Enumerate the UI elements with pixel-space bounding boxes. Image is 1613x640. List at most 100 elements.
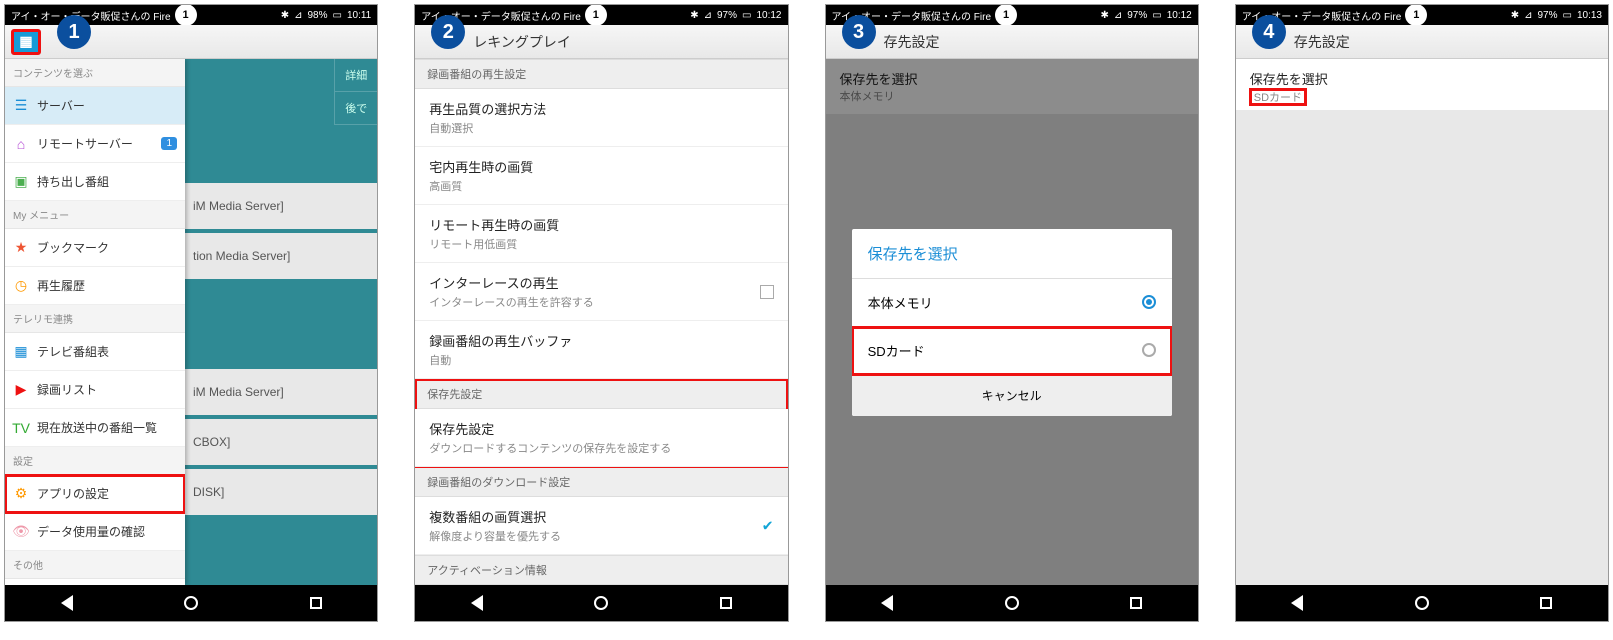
nav-back-icon[interactable] bbox=[471, 595, 483, 611]
wifi-icon: ⊿ bbox=[1524, 10, 1532, 21]
battery-text: 97% bbox=[717, 10, 737, 21]
nav-recent-icon[interactable] bbox=[1540, 597, 1552, 609]
sidebar-item-history[interactable]: ◷再生履歴 bbox=[5, 267, 185, 305]
page-title: レキングプレイ bbox=[465, 32, 571, 52]
setting-interlace[interactable]: インターレースの再生インターレースの再生を許容する bbox=[415, 263, 787, 321]
setting-multi-quality[interactable]: 複数番組の画質選択解像度より容量を優先する✔ bbox=[415, 497, 787, 555]
nav-home-icon[interactable] bbox=[1415, 596, 1429, 610]
sidebar-item-label: 録画リスト bbox=[37, 381, 97, 398]
wifi-icon: ⊿ bbox=[294, 10, 302, 21]
sidebar-item-tv-guide[interactable]: ▦ テレビ番組表 bbox=[5, 333, 185, 371]
setting-title: 保存先設定 bbox=[429, 419, 773, 438]
setting-buffer[interactable]: 録画番組の再生バッファ自動 bbox=[415, 321, 787, 379]
setting-subtitle: SDカード bbox=[1250, 89, 1306, 105]
sidebar-item-label: 持ち出し番組 bbox=[37, 173, 109, 190]
page-title: 存先設定 bbox=[1286, 32, 1350, 52]
nav-home-icon[interactable] bbox=[594, 596, 608, 610]
radio-unchecked-icon[interactable] bbox=[1142, 343, 1156, 357]
top-bar: 存先設定 bbox=[826, 25, 1198, 59]
checkbox-checked-icon[interactable]: ✔ bbox=[762, 517, 774, 534]
settings-section: アクティベーション情報 bbox=[415, 555, 787, 585]
nav-bar bbox=[5, 585, 377, 621]
sidebar-item-label: 現在放送中の番組一覧 bbox=[37, 419, 157, 436]
clock-text: 10:12 bbox=[756, 10, 781, 21]
top-bar: 存先設定 bbox=[1236, 25, 1608, 59]
setting-title: 再生品質の選択方法 bbox=[429, 99, 773, 118]
setting-save-destination[interactable]: 保存先設定ダウンロードするコンテンツの保存先を設定する bbox=[415, 409, 787, 467]
sidebar-item-label: データ使用量の確認 bbox=[37, 523, 145, 540]
screenshot-2: 2 アイ・オー・データ販促さんの Fire1 ✱⊿97%▭10:12 レキングプ… bbox=[414, 4, 788, 622]
modal-cancel-button[interactable]: キャンセル bbox=[852, 375, 1172, 416]
setting-playback-quality-method[interactable]: 再生品質の選択方法自動選択 bbox=[415, 89, 787, 147]
step-badge-4: 4 bbox=[1252, 15, 1286, 49]
nav-bar bbox=[1236, 585, 1608, 621]
radio-checked-icon[interactable] bbox=[1142, 295, 1156, 309]
body-area: 保存先を選択 SDカード bbox=[1236, 59, 1608, 585]
sidebar-section: その他 bbox=[5, 551, 185, 579]
nav-recent-icon[interactable] bbox=[720, 597, 732, 609]
status-circle: 1 bbox=[175, 4, 197, 26]
status-bar: アイ・オー・データ販促さんの Fire1 ✱⊿97%▭10:13 bbox=[1236, 5, 1608, 25]
screenshot-3: 3 アイ・オー・データ販促さんの Fire1 ✱⊿97%▭10:12 存先設定 … bbox=[825, 4, 1199, 622]
modal-option-sdcard[interactable]: SDカード bbox=[852, 327, 1172, 375]
battery-icon: ▭ bbox=[1152, 10, 1161, 21]
sidebar-section: 設定 bbox=[5, 447, 185, 475]
gear-icon: ⚙ bbox=[13, 486, 29, 502]
sidebar-section: My メニュー bbox=[5, 201, 185, 229]
sidebar-item-label: アプリの設定 bbox=[37, 485, 109, 502]
nav-recent-icon[interactable] bbox=[1130, 597, 1142, 609]
sidebar-item-label: テレビ番組表 bbox=[37, 343, 109, 360]
nav-back-icon[interactable] bbox=[881, 595, 893, 611]
status-circle: 1 bbox=[995, 4, 1017, 26]
sidebar-item-server[interactable]: ☰サーバー bbox=[5, 87, 185, 125]
setting-subtitle: インターレースの再生を許容する bbox=[429, 294, 773, 310]
sidebar-item-now-onair[interactable]: TV現在放送中の番組一覧 bbox=[5, 409, 185, 447]
body-area: 保存先を選択 本体メモリ 保存先を選択 本体メモリ SDカード キャンセル bbox=[826, 59, 1198, 585]
save-dest-row[interactable]: 保存先を選択 SDカード bbox=[1236, 59, 1608, 110]
sidebar-item-remote-server[interactable]: ⌂リモートサーバー1 bbox=[5, 125, 185, 163]
bg-row[interactable]: iM Media Server] bbox=[185, 369, 377, 415]
setting-subtitle: 自動 bbox=[429, 352, 773, 368]
status-bar: アイ・オー・データ販促さんの Fire1 ✱⊿97%▭10:12 bbox=[826, 5, 1198, 25]
sidebar-item-bookmark[interactable]: ★ブックマーク bbox=[5, 229, 185, 267]
app-menu-icon[interactable]: ▦ bbox=[11, 29, 41, 55]
nav-recent-icon[interactable] bbox=[310, 597, 322, 609]
settings-list[interactable]: 録画番組の再生設定 再生品質の選択方法自動選択 宅内再生時の画質高画質 リモート… bbox=[415, 59, 787, 585]
bg-row[interactable]: tion Media Server] bbox=[185, 233, 377, 279]
battery-text: 97% bbox=[1127, 10, 1147, 21]
nav-back-icon[interactable] bbox=[61, 595, 73, 611]
setting-home-quality[interactable]: 宅内再生時の画質高画質 bbox=[415, 147, 787, 205]
status-title: アイ・オー・データ販促さんの Fire bbox=[11, 8, 171, 23]
option-label: 本体メモリ bbox=[868, 293, 933, 312]
rec-icon: ▶ bbox=[13, 382, 29, 398]
server-icon: ☰ bbox=[13, 98, 29, 114]
nav-back-icon[interactable] bbox=[1291, 595, 1303, 611]
bg-row[interactable]: DISK] bbox=[185, 469, 377, 515]
status-circle: 1 bbox=[1405, 4, 1427, 26]
sidebar-item-data-usage[interactable]: 👁データ使用量の確認 bbox=[5, 513, 185, 551]
side-panel[interactable]: コンテンツを選ぶ ☰サーバー ⌂リモートサーバー1 ▣持ち出し番組 My メニュ… bbox=[5, 59, 185, 585]
setting-remote-quality[interactable]: リモート再生時の画質リモート用低画質 bbox=[415, 205, 787, 263]
sidebar-item-app-settings[interactable]: ⚙ アプリの設定 bbox=[5, 475, 185, 513]
sidebar-item-rec-list[interactable]: ▶ 録画リスト bbox=[5, 371, 185, 409]
bg-row[interactable]: CBOX] bbox=[185, 419, 377, 465]
battery-text: 97% bbox=[1538, 10, 1558, 21]
grid-icon: ▦ bbox=[13, 344, 29, 360]
screenshot-4: 4 アイ・オー・データ販促さんの Fire1 ✱⊿97%▭10:13 存先設定 … bbox=[1235, 4, 1609, 622]
nav-home-icon[interactable] bbox=[1005, 596, 1019, 610]
modal-option-internal[interactable]: 本体メモリ bbox=[852, 279, 1172, 327]
sidebar-item-label: リモートサーバー bbox=[37, 135, 133, 152]
nav-bar bbox=[415, 585, 787, 621]
clock-text: 10:13 bbox=[1577, 10, 1602, 21]
bg-row[interactable]: iM Media Server] bbox=[185, 183, 377, 229]
checkbox-icon[interactable] bbox=[760, 285, 774, 299]
modal-overlay[interactable]: 保存先を選択 本体メモリ SDカード キャンセル bbox=[826, 59, 1198, 585]
battery-text: 98% bbox=[307, 10, 327, 21]
bg-tab-detail[interactable]: 詳細 bbox=[334, 59, 377, 92]
sidebar-item-takeout[interactable]: ▣ 持ち出し番組 bbox=[5, 163, 185, 201]
nav-home-icon[interactable] bbox=[184, 596, 198, 610]
box-icon: ▣ bbox=[13, 174, 29, 190]
sidebar-item-help[interactable]: ?ヘルプ bbox=[5, 579, 185, 585]
bg-tab-later[interactable]: 後で bbox=[334, 92, 377, 125]
page-title: 存先設定 bbox=[876, 32, 940, 52]
